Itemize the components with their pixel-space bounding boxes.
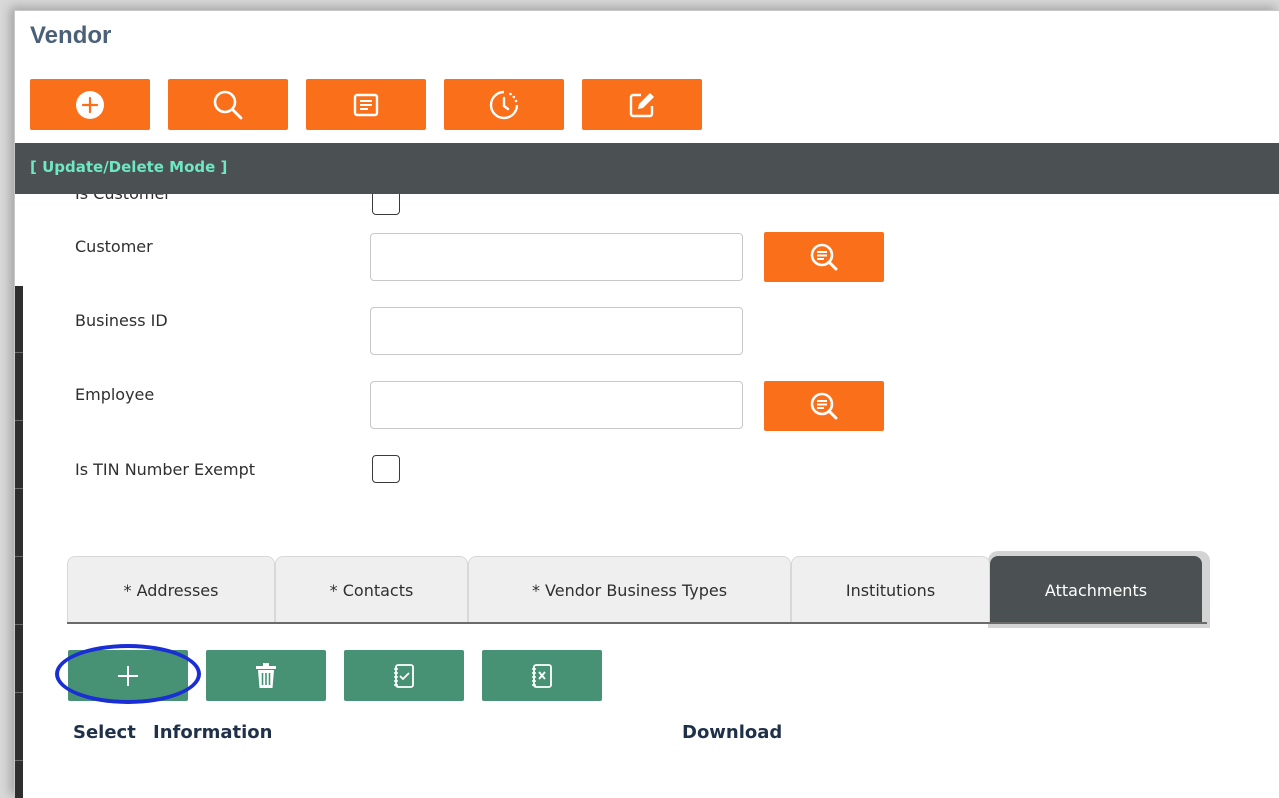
search-button[interactable]: [168, 79, 288, 130]
tab-contacts[interactable]: * Contacts: [275, 556, 468, 623]
vendor-window: Vendor Is Cu: [14, 10, 1279, 798]
edit-icon: [629, 92, 654, 117]
column-header-select: Select: [73, 722, 136, 743]
select-all-button[interactable]: [344, 650, 464, 701]
trash-icon: [256, 662, 276, 688]
employee-lookup-button[interactable]: [764, 381, 884, 431]
tin-exempt-checkbox[interactable]: [372, 455, 400, 483]
magnifier-icon: [213, 90, 243, 119]
history-button[interactable]: [444, 79, 564, 130]
employee-label: Employee: [75, 385, 155, 404]
column-header-download: Download: [682, 722, 783, 743]
search-list-icon: [810, 392, 838, 420]
sidebar-strip: [15, 286, 23, 798]
tab-vendor-business-types[interactable]: * Vendor Business Types: [468, 556, 791, 623]
tab-divider: [67, 622, 1207, 624]
plus-circle-icon: [76, 90, 104, 119]
tab-institutions[interactable]: Institutions: [791, 556, 990, 623]
clock-icon: [489, 90, 519, 119]
business-id-label: Business ID: [75, 311, 168, 330]
tab-attachments[interactable]: Attachments: [990, 556, 1202, 623]
column-header-information: Information: [153, 722, 273, 743]
mode-indicator: [ Update/Delete Mode ]: [30, 158, 228, 176]
edit-button[interactable]: [582, 79, 702, 130]
mode-bar: [ Update/Delete Mode ]: [15, 143, 1279, 194]
notebook-check-icon: [394, 663, 414, 688]
customer-input[interactable]: [370, 233, 743, 281]
tab-addresses[interactable]: * Addresses: [67, 556, 275, 623]
employee-input[interactable]: [370, 381, 743, 429]
delete-attachment-button[interactable]: [206, 650, 326, 701]
notebook-x-icon: [532, 663, 552, 688]
add-button[interactable]: [30, 79, 150, 130]
business-id-input[interactable]: [370, 307, 743, 355]
search-list-icon: [810, 243, 838, 271]
list-button[interactable]: [306, 79, 426, 130]
tin-exempt-label: Is TIN Number Exempt: [75, 460, 255, 479]
highlight-circle: [55, 644, 201, 704]
customer-label: Customer: [75, 237, 153, 256]
deselect-all-button[interactable]: [482, 650, 602, 701]
customer-lookup-button[interactable]: [764, 232, 884, 282]
page-title: Vendor: [30, 22, 112, 49]
list-icon: [353, 93, 379, 116]
